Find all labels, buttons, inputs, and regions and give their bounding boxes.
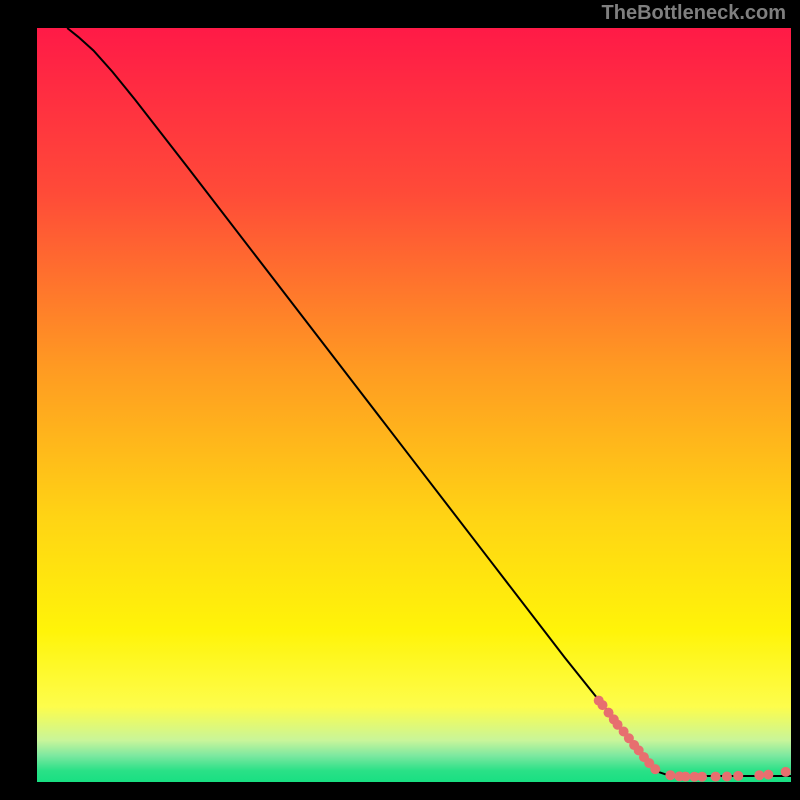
attribution-text: TheBottleneck.com (602, 2, 786, 25)
data-marker (722, 772, 732, 782)
gradient-background (37, 28, 791, 782)
data-marker (754, 770, 764, 780)
data-marker (733, 771, 743, 781)
plot-area (37, 28, 791, 782)
data-marker (697, 772, 707, 782)
data-marker (650, 764, 660, 774)
data-marker (763, 770, 773, 780)
chart-svg (37, 28, 791, 782)
data-marker (711, 772, 721, 782)
data-marker (665, 770, 675, 780)
chart-container: TheBottleneck.com (0, 0, 800, 800)
data-marker (781, 767, 791, 777)
data-marker (680, 772, 690, 782)
